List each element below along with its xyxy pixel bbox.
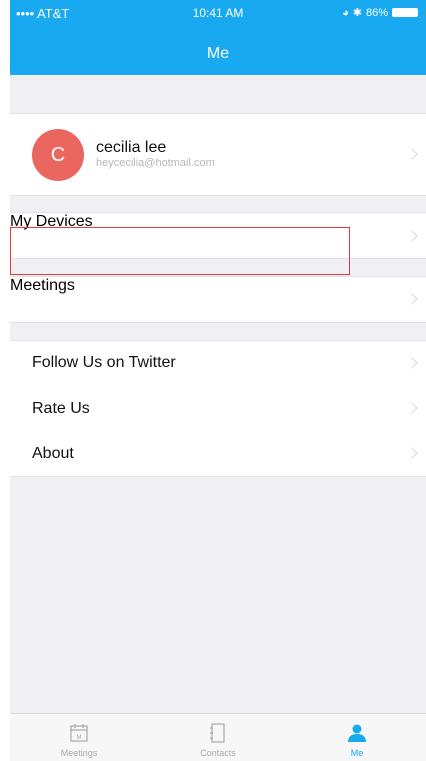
phone-screen: •••• AT&T 10:41 AM ◕ ✱ 86% Me C cecilia … bbox=[10, 0, 426, 761]
status-bar: •••• AT&T 10:41 AM ◕ ✱ 86% bbox=[10, 6, 426, 24]
chevron-right-icon bbox=[406, 402, 418, 414]
contacts-book-icon bbox=[210, 723, 225, 743]
menu-item-about[interactable]: About bbox=[10, 431, 426, 476]
status-right: ◕ ✱ 86% bbox=[342, 6, 418, 19]
tab-contacts[interactable]: Contacts bbox=[149, 714, 287, 761]
person-icon bbox=[348, 724, 366, 742]
calendar-icon: M bbox=[70, 724, 88, 742]
tab-me[interactable]: Me bbox=[288, 714, 426, 761]
bluetooth-icon: ✱ bbox=[352, 7, 362, 19]
highlight-box bbox=[10, 227, 350, 275]
follow-twitter-label: Follow Us on Twitter bbox=[32, 354, 176, 371]
nav-bar: •••• AT&T 10:41 AM ◕ ✱ 86% Me bbox=[10, 0, 426, 75]
menu-group-info: Follow Us on Twitter Rate Us About bbox=[10, 340, 426, 477]
page-title: Me bbox=[206, 45, 230, 62]
battery-icon bbox=[392, 8, 418, 17]
svg-text:M: M bbox=[77, 735, 82, 741]
tab-meetings-label: Meetings bbox=[60, 748, 98, 758]
about-label: About bbox=[32, 445, 74, 462]
chevron-right-icon bbox=[406, 357, 418, 369]
menu-item-follow-twitter[interactable]: Follow Us on Twitter bbox=[10, 341, 426, 386]
battery-percent: 86% bbox=[365, 6, 388, 19]
rate-us-label: Rate Us bbox=[32, 400, 90, 417]
profile-name: cecilia lee bbox=[96, 139, 167, 156]
tab-meetings[interactable]: M Meetings bbox=[10, 714, 148, 761]
profile-email: heycecilia@hotmail.com bbox=[96, 157, 215, 169]
tab-me-label: Me bbox=[350, 748, 364, 758]
lock-rotation-icon: ◕ bbox=[342, 6, 349, 19]
menu-item-rate-us[interactable]: Rate Us bbox=[10, 386, 426, 431]
chevron-right-icon bbox=[406, 447, 418, 459]
chevron-right-icon bbox=[406, 293, 418, 305]
chevron-right-icon bbox=[406, 230, 418, 242]
avatar: C bbox=[32, 129, 84, 181]
tab-contacts-label: Contacts bbox=[200, 748, 236, 758]
meetings-label: Meetings bbox=[10, 277, 75, 294]
avatar-initial: C bbox=[50, 143, 66, 166]
tab-bar: M Meetings Contacts Me bbox=[10, 713, 426, 761]
menu-item-meetings[interactable]: Meetings bbox=[10, 276, 426, 323]
